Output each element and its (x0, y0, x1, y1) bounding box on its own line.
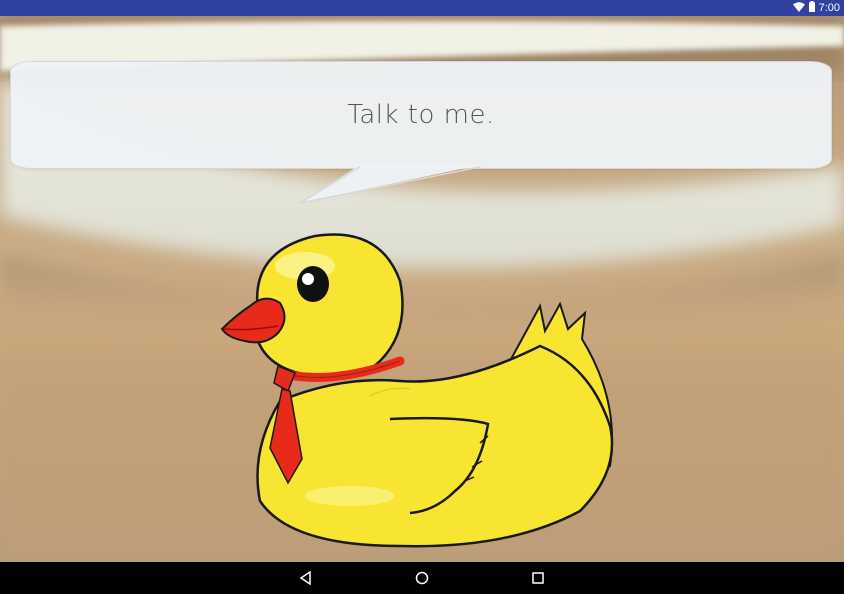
speech-bubble-tail (299, 165, 481, 204)
back-icon (299, 571, 311, 585)
battery-icon (808, 1, 815, 15)
home-button[interactable] (402, 562, 442, 594)
status-bar: 7:00 (0, 0, 844, 16)
wifi-icon (792, 1, 805, 15)
duck-scene: Talk to me. (0, 16, 844, 562)
recents-icon (532, 572, 544, 584)
navigation-bar (0, 562, 844, 594)
status-time: 7:00 (818, 2, 840, 14)
back-button[interactable] (286, 562, 326, 594)
speech-bubble: Talk to me. (10, 61, 832, 169)
recents-button[interactable] (518, 562, 558, 594)
rubber-duck-image (220, 233, 614, 548)
speech-bubble-text: Talk to me. (347, 100, 495, 130)
home-icon (415, 571, 429, 585)
